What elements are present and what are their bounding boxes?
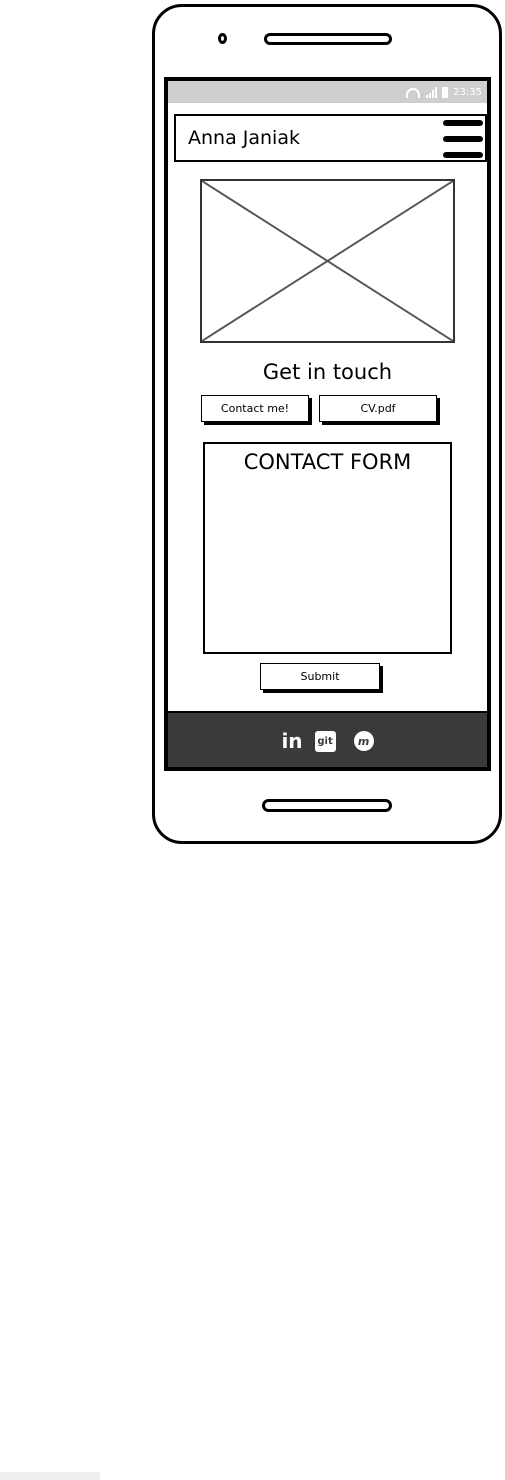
phone-speaker [264,33,392,45]
app-bar: Anna Janiak [174,114,487,162]
battery-icon [442,86,449,98]
cv-download-button[interactable]: CV.pdf [319,395,437,422]
meetup-icon[interactable]: m [353,731,374,751]
submit-button[interactable]: Submit [260,663,380,690]
bottom-strip [0,1472,100,1480]
footer: in git m [168,711,487,767]
phone-screen: 23:35 Anna Janiak Get in touch Contact m… [164,77,491,771]
git-icon[interactable]: git [314,730,336,752]
contact-form-title: CONTACT FORM [243,450,412,474]
wifi-icon [406,86,421,98]
phone-home-button [262,799,392,812]
hamburger-menu-icon[interactable] [443,120,483,158]
phone-camera [218,33,227,44]
signal-icon [425,86,438,98]
linkedin-icon[interactable]: in [281,729,302,753]
contact-heading: Get in touch [262,360,393,384]
image-placeholder-icon [200,179,455,343]
app-title: Anna Janiak [188,127,300,149]
contact-me-button[interactable]: Contact me! [201,395,309,422]
contact-form[interactable]: CONTACT FORM [203,442,452,654]
status-bar: 23:35 [168,81,487,103]
status-time: 23:35 [453,86,482,98]
